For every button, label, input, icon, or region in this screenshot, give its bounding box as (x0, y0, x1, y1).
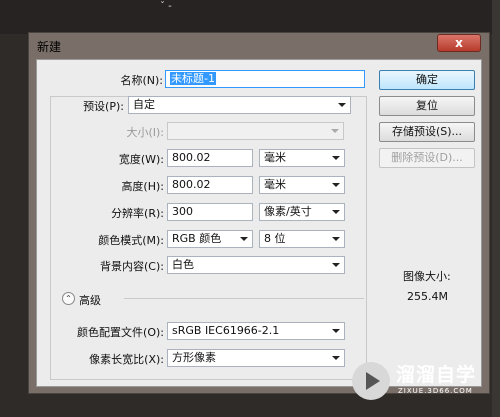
watermark: 溜溜自学 ZIXUE.3D66.COM (352, 360, 492, 410)
image-size-label: 图像大小: (403, 270, 451, 283)
size-select[interactable] (167, 122, 344, 140)
color-profile-value: sRGB IEC61966-2.1 (172, 324, 280, 337)
background-contents-value: 白色 (172, 258, 194, 271)
chevron-down-icon (332, 329, 340, 333)
top-cursor-mark: ˇ ‐ (160, 1, 172, 12)
bit-depth-select[interactable]: 8 位 (259, 230, 345, 248)
pixel-aspect-label: 像素长宽比(X): (89, 353, 164, 366)
chevron-down-icon (332, 210, 340, 214)
background-contents-select[interactable]: 白色 (167, 256, 345, 274)
close-button[interactable]: x (437, 34, 481, 52)
delete-preset-button[interactable]: 删除预设(D)... (379, 148, 475, 168)
height-unit-value: 毫米 (264, 178, 286, 191)
color-mode-select[interactable]: RGB 颜色 (167, 230, 253, 248)
resolution-unit-value: 像素/英寸 (264, 205, 312, 218)
dialog-titlebar[interactable]: 新建 x (29, 33, 489, 57)
chevron-up-circle-icon[interactable]: ⌃ (62, 292, 75, 305)
resolution-input[interactable]: 300 (167, 203, 253, 221)
color-profile-label: 颜色配置文件(O): (77, 326, 164, 339)
pixel-aspect-select[interactable]: 方形像素 (167, 349, 345, 367)
pixel-aspect-value: 方形像素 (172, 351, 216, 364)
resolution-input-value: 300 (172, 205, 193, 218)
save-preset-button[interactable]: 存储预设(S)... (379, 122, 475, 142)
height-input-value: 800.02 (172, 178, 211, 191)
width-input[interactable]: 800.02 (167, 149, 253, 167)
width-unit-value: 毫米 (264, 151, 286, 164)
height-input[interactable]: 800.02 (167, 176, 253, 194)
play-icon (366, 372, 380, 390)
width-label: 宽度(W): (118, 153, 164, 166)
size-label: 大小(I): (126, 126, 164, 139)
chevron-down-icon (332, 183, 340, 187)
chevron-down-icon (338, 103, 346, 107)
background-contents-label: 背景内容(C): (100, 260, 164, 273)
resolution-label: 分辨率(R): (111, 207, 164, 220)
name-label: 名称(N): (120, 74, 163, 87)
color-profile-select[interactable]: sRGB IEC61966-2.1 (167, 322, 345, 340)
width-input-value: 800.02 (172, 151, 211, 164)
reset-button[interactable]: 复位 (379, 96, 475, 116)
name-input-value: 未标题-1 (170, 72, 216, 85)
chevron-down-icon (332, 263, 340, 267)
width-unit-select[interactable]: 毫米 (259, 149, 345, 167)
dialog-title: 新建 (37, 40, 62, 54)
preset-select[interactable]: 自定 (128, 96, 351, 114)
height-unit-select[interactable]: 毫米 (259, 176, 345, 194)
resolution-unit-select[interactable]: 像素/英寸 (259, 203, 345, 221)
color-mode-value: RGB 颜色 (172, 232, 222, 245)
dialog-body: 名称(N): 未标题-1 预设(P): 自定 大小(I): 宽度(W): 800… (36, 59, 482, 387)
chevron-down-icon (331, 129, 339, 133)
advanced-label[interactable]: 高级 (79, 292, 101, 308)
bit-depth-value: 8 位 (264, 232, 286, 245)
preset-label: 预设(P): (83, 100, 124, 113)
background-panel-edge (492, 0, 500, 417)
preset-select-value: 自定 (133, 98, 155, 111)
watermark-url: ZIXUE.3D66.COM (398, 387, 473, 395)
watermark-text: 溜溜自学 (396, 364, 477, 386)
chevron-down-icon (332, 156, 340, 160)
name-input[interactable]: 未标题-1 (165, 70, 365, 88)
image-size-value: 255.4M (407, 290, 448, 303)
color-mode-label: 颜色模式(M): (98, 234, 164, 247)
chevron-down-icon (332, 237, 340, 241)
advanced-separator (124, 298, 364, 299)
background-toolbar (0, 0, 500, 34)
height-label: 高度(H): (121, 180, 164, 193)
chevron-down-icon (332, 356, 340, 360)
chevron-down-icon (240, 237, 248, 241)
new-document-dialog: 新建 x 名称(N): 未标题-1 预设(P): 自定 大小(I): 宽度(W)… (28, 32, 490, 394)
ok-button[interactable]: 确定 (379, 70, 475, 90)
